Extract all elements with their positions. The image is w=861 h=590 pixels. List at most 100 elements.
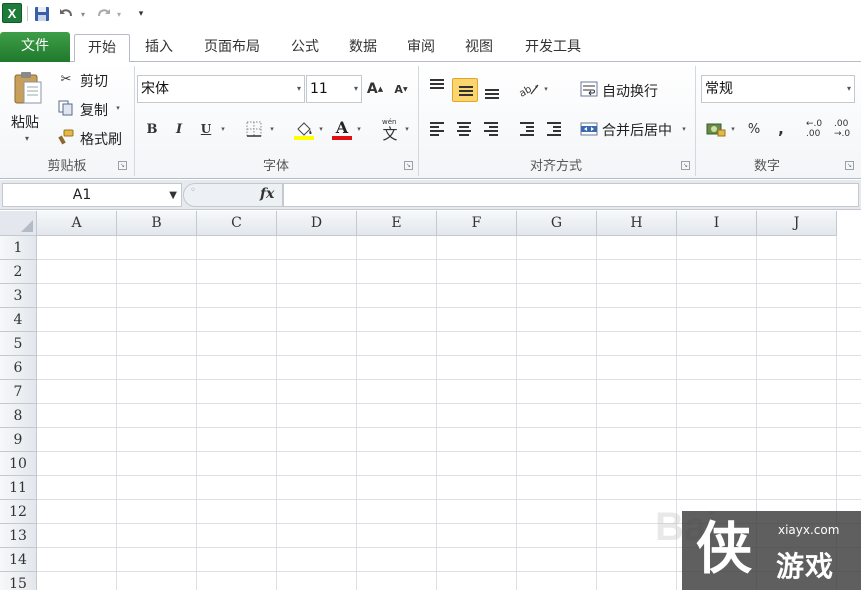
name-box[interactable]: A1 ▼ <box>2 183 182 207</box>
redo-icon[interactable] <box>94 4 112 24</box>
column-header-i[interactable]: I <box>677 211 757 236</box>
row-header-4[interactable]: 4 <box>0 308 37 332</box>
accounting-format-icon[interactable] <box>705 119 727 139</box>
wrap-text-button[interactable]: 自动换行 <box>602 81 658 101</box>
tab-data[interactable]: 数据 <box>340 34 386 62</box>
row-header-9[interactable]: 9 <box>0 428 37 452</box>
chevron-down-icon[interactable]: ▾ <box>847 76 851 102</box>
column-header-h[interactable]: H <box>597 211 677 236</box>
column-header-g[interactable]: G <box>517 211 597 236</box>
row-header-11[interactable]: 11 <box>0 476 37 500</box>
underline-button[interactable]: U <box>197 120 215 138</box>
font-color-icon[interactable]: A <box>330 118 354 140</box>
tab-review[interactable]: 审阅 <box>398 34 444 62</box>
column-header-c[interactable]: C <box>197 211 277 236</box>
fill-color-icon[interactable] <box>292 118 316 140</box>
orientation-dropdown-icon[interactable]: ▾ <box>542 82 550 96</box>
undo-dropdown-icon[interactable]: ▾ <box>78 4 88 24</box>
clipboard-launcher-icon[interactable]: ↘ <box>118 161 127 170</box>
scissors-icon[interactable]: ✂ <box>58 71 74 87</box>
format-painter-button[interactable]: 格式刷 <box>80 129 122 149</box>
row-header-15[interactable]: 15 <box>0 572 37 590</box>
accounting-dropdown-icon[interactable]: ▾ <box>729 122 737 136</box>
excel-logo-icon[interactable]: X <box>2 3 22 23</box>
row-header-13[interactable]: 13 <box>0 524 37 548</box>
column-header-b[interactable]: B <box>117 211 197 236</box>
column-header-d[interactable]: D <box>277 211 357 236</box>
cut-button[interactable]: 剪切 <box>80 71 108 91</box>
row-header-3[interactable]: 3 <box>0 284 37 308</box>
borders-dropdown-icon[interactable]: ▾ <box>267 122 277 136</box>
formula-input[interactable] <box>283 183 859 207</box>
increase-decimal-button[interactable]: ←.0 .00 <box>806 119 828 139</box>
tab-developer[interactable]: 开发工具 <box>514 34 592 62</box>
row-header-5[interactable]: 5 <box>0 332 37 356</box>
row-header-6[interactable]: 6 <box>0 356 37 380</box>
paste-dropdown-icon[interactable]: ▾ <box>22 133 32 143</box>
align-middle-icon[interactable] <box>452 78 478 102</box>
row-header-10[interactable]: 10 <box>0 452 37 476</box>
bold-button[interactable]: B <box>143 120 161 138</box>
tab-view[interactable]: 视图 <box>456 34 502 62</box>
align-left-icon[interactable] <box>426 118 448 140</box>
font-launcher-icon[interactable]: ↘ <box>404 161 413 170</box>
copy-dropdown-icon[interactable]: ▾ <box>114 103 122 113</box>
row-header-14[interactable]: 14 <box>0 548 37 572</box>
font-size-combo[interactable]: 11 ▾ <box>306 75 362 103</box>
resize-grip-icon[interactable]: ◦ <box>190 185 196 196</box>
row-header-1[interactable]: 1 <box>0 236 37 260</box>
row-header-2[interactable]: 2 <box>0 260 37 284</box>
tab-formulas[interactable]: 公式 <box>282 34 328 62</box>
row-header-8[interactable]: 8 <box>0 404 37 428</box>
comma-style-button[interactable]: , <box>772 119 790 139</box>
number-launcher-icon[interactable]: ↘ <box>845 161 854 170</box>
copy-icon[interactable] <box>58 100 74 116</box>
column-header-e[interactable]: E <box>357 211 437 236</box>
row-header-12[interactable]: 12 <box>0 500 37 524</box>
paste-button[interactable]: 粘贴 <box>11 112 39 132</box>
orientation-icon[interactable]: ab <box>516 79 542 99</box>
font-name-combo[interactable]: 宋体 ▾ <box>137 75 305 103</box>
underline-dropdown-icon[interactable]: ▾ <box>218 122 228 136</box>
font-color-dropdown-icon[interactable]: ▾ <box>354 122 364 136</box>
paste-icon[interactable] <box>12 70 44 106</box>
redo-dropdown-icon[interactable]: ▾ <box>114 4 124 24</box>
merge-center-button[interactable]: 合并后居中 <box>602 120 672 140</box>
chevron-down-icon[interactable]: ▼ <box>169 185 177 207</box>
row-header-7[interactable]: 7 <box>0 380 37 404</box>
insert-function-button[interactable]: fx <box>260 186 274 202</box>
phonetic-guide-icon[interactable]: wén 文 <box>378 118 402 143</box>
fill-color-dropdown-icon[interactable]: ▾ <box>316 122 326 136</box>
column-header-f[interactable]: F <box>437 211 517 236</box>
align-right-icon[interactable] <box>480 118 502 140</box>
customize-qat-icon[interactable]: ▾ <box>134 4 148 24</box>
number-format-combo[interactable]: 常规 ▾ <box>701 75 855 103</box>
column-header-a[interactable]: A <box>37 211 117 236</box>
merge-center-icon[interactable] <box>579 120 599 138</box>
decrease-indent-icon[interactable] <box>516 118 538 140</box>
align-bottom-icon[interactable] <box>481 80 503 102</box>
save-icon[interactable] <box>33 4 51 24</box>
chevron-down-icon[interactable]: ▾ <box>354 76 358 102</box>
merge-dropdown-icon[interactable]: ▾ <box>680 123 688 135</box>
percent-style-button[interactable]: % <box>744 119 764 139</box>
shrink-font-button[interactable]: A ▼ <box>392 80 410 98</box>
tab-home[interactable]: 开始 <box>74 34 130 63</box>
decrease-decimal-button[interactable]: .00 →.0 <box>834 119 856 139</box>
grow-font-button[interactable]: A ▲ <box>366 80 384 98</box>
alignment-launcher-icon[interactable]: ↘ <box>681 161 690 170</box>
increase-indent-icon[interactable] <box>543 118 565 140</box>
tab-file[interactable]: 文件 <box>0 32 70 62</box>
wrap-text-icon[interactable] <box>579 80 599 98</box>
chevron-down-icon[interactable]: ▾ <box>297 76 301 102</box>
select-all-button[interactable] <box>0 211 37 236</box>
column-header-j[interactable]: J <box>757 211 837 236</box>
tab-insert[interactable]: 插入 <box>136 34 182 62</box>
align-center-icon[interactable] <box>453 118 475 140</box>
copy-button[interactable]: 复制 <box>80 100 108 120</box>
borders-icon[interactable] <box>244 120 264 138</box>
phonetic-dropdown-icon[interactable]: ▾ <box>402 122 412 136</box>
format-painter-icon[interactable] <box>58 129 74 145</box>
tab-page-layout[interactable]: 页面布局 <box>196 34 268 62</box>
undo-icon[interactable] <box>58 4 76 24</box>
